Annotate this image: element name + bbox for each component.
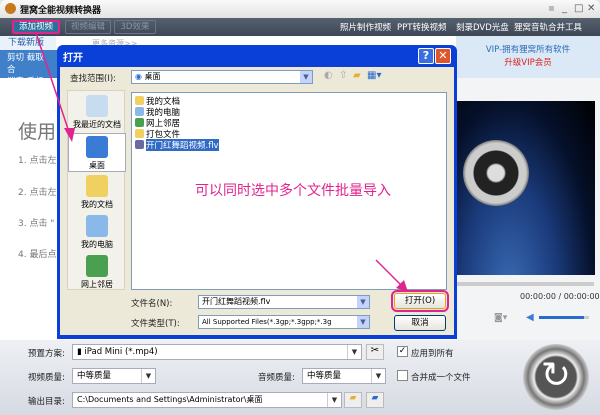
preset-select[interactable]: ▮ iPad Mini (*.mp4) ▼	[72, 344, 362, 360]
preset-label: 预置方案:	[28, 349, 65, 359]
audio-quality-value: 中等质量	[307, 371, 342, 381]
output-label: 输出目录:	[28, 397, 65, 407]
chevron-down-icon: ▼	[371, 369, 385, 383]
apply-all-label: 应用到所有	[411, 349, 454, 359]
video-quality-select[interactable]: 中等质量 ▼	[72, 368, 156, 384]
arrow-head	[64, 128, 75, 142]
tools-icon[interactable]: ✂	[366, 344, 384, 360]
chevron-down-icon: ▼	[327, 393, 341, 407]
browse-folder-icon[interactable]: ▰	[344, 392, 362, 408]
chevron-down-icon: ▼	[141, 369, 155, 383]
output-value: C:\Documents and Settings\Administrator\…	[77, 395, 263, 404]
apply-all-checkbox[interactable]: ✓	[397, 346, 408, 357]
chevron-down-icon: ▼	[347, 345, 361, 359]
video-quality-label: 视频质量:	[28, 373, 65, 383]
arrow-line	[35, 32, 71, 136]
arrow-line	[375, 259, 403, 287]
audio-quality-select[interactable]: 中等质量 ▼	[302, 368, 386, 384]
convert-button[interactable]: ↻	[523, 344, 589, 410]
output-path[interactable]: C:\Documents and Settings\Administrator\…	[72, 392, 342, 408]
merge-label: 合并成一个文件	[411, 373, 471, 383]
audio-quality-label: 音频质量:	[258, 373, 295, 383]
settings-panel: 预置方案: ▮ iPad Mini (*.mp4) ▼ ✂ ✓ 应用到所有 视频质…	[0, 340, 600, 415]
preset-value: iPad Mini (*.mp4)	[84, 347, 158, 357]
video-quality-value: 中等质量	[77, 371, 112, 381]
open-folder-icon[interactable]: ▰	[366, 392, 384, 408]
merge-checkbox[interactable]	[397, 370, 408, 381]
